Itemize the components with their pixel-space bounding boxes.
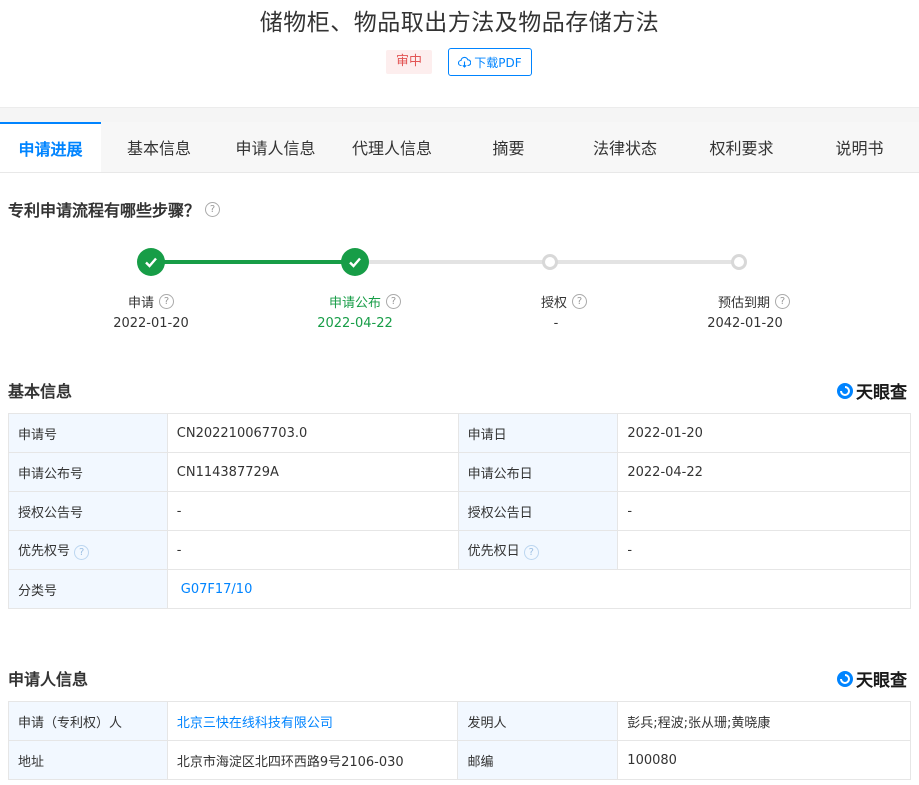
process-question: 专利申请流程有哪些步骤？ ? [8,197,221,221]
tab-applicant-info[interactable]: 申请人信息 [217,122,334,172]
field-label: 分类号 [8,569,168,609]
step-label: 申请公布? [295,292,435,311]
field-label: 优先权日 [467,544,520,559]
tab-label: 申请进展 [18,140,83,159]
field-label: 邮编 [457,740,619,780]
tab-label: 代理人信息 [351,139,432,158]
field-label: 申请公布日 [457,452,619,492]
step-check-icon [137,248,165,276]
tab-abstract[interactable]: 摘要 [450,122,567,172]
tab-label: 法律状态 [592,139,657,158]
process-timeline: 申请? 申请公布? 授权? 预估到期? 2022-01-20 2022-04-2… [0,240,919,340]
step-label-text: 申请 [127,296,154,311]
step-date: 2042-01-20 [707,316,783,331]
divider-band [0,107,919,123]
applicant-link[interactable]: 北京三快在线科技有限公司 [177,716,333,731]
tab-label: 说明书 [835,139,884,158]
tab-bar: 申请进展 基本信息 申请人信息 代理人信息 摘要 法律状态 权利要求 说明书 [0,122,919,173]
step-label: 申请? [81,292,221,311]
tab-label: 基本信息 [126,139,191,158]
step-label-text: 预估到期 [717,296,770,311]
classification-link[interactable]: G07F17/10 [181,582,253,597]
applicant-info-title: 申请人信息 [8,670,89,689]
table-row: 申请（专利权）人 北京三快在线科技有限公司 发明人 彭兵;程波;张从珊;黄晓康 [8,701,911,741]
tab-legal-status[interactable]: 法律状态 [567,122,683,172]
tab-label: 摘要 [492,139,525,158]
field-value: 北京市海淀区北四环西路9号2106-030 [166,740,459,780]
tab-claims[interactable]: 权利要求 [683,122,800,172]
tab-progress[interactable]: 申请进展 [0,122,101,172]
field-value: CN202210067703.0 [166,413,459,453]
step-label: 预估到期? [684,292,824,311]
step-pending-dot [731,254,747,270]
field-label: 授权公告号 [8,491,168,531]
step-date: 2022-04-22 [317,316,393,331]
table-row: 分类号 G07F17/10 [8,569,912,609]
field-label: 申请公布号 [8,452,168,492]
tab-agent-info[interactable]: 代理人信息 [334,122,450,172]
status-badge: 审中 [386,50,432,74]
basic-info-title: 基本信息 [8,382,73,401]
step-check-icon [341,248,369,276]
step-date: - [553,316,559,331]
field-label: 发明人 [457,701,619,741]
field-label: 地址 [8,740,168,780]
help-icon[interactable]: ? [572,294,587,309]
process-question-text: 专利申请流程有哪些步骤？ [8,201,201,220]
field-value: 2022-04-22 [617,452,911,492]
step-label-text: 授权 [540,296,567,311]
field-label-with-help: 优先权日 ? [457,530,619,570]
table-row: 申请公布号 CN114387729A 申请公布日 2022-04-22 [8,452,911,492]
table-row: 申请号 CN202210067703.0 申请日 2022-01-20 [8,413,911,453]
help-icon[interactable]: ? [159,294,174,309]
logo-text: 天眼查 [856,383,907,403]
field-label: 授权公告日 [457,491,619,531]
field-label: 优先权号 [18,544,71,559]
logo-text: 天眼查 [856,671,907,691]
help-icon[interactable]: ? [775,294,790,309]
field-value: 彭兵;程波;张从珊;黄晓康 [617,701,911,741]
tab-label: 权利要求 [709,139,774,158]
field-value: 2022-01-20 [617,413,911,453]
step-label: 授权? [494,292,634,311]
applicant-info-table: 申请（专利权）人 北京三快在线科技有限公司 发明人 彭兵;程波;张从珊;黄晓康 … [8,701,911,780]
cloud-download-icon [458,56,472,68]
field-value: 北京三快在线科技有限公司 [166,701,459,741]
help-icon[interactable]: ? [74,545,90,560]
tianyancha-logo-icon [837,670,853,687]
help-icon[interactable]: ? [523,545,539,560]
tianyancha-logo: 天眼查 [836,378,907,403]
table-row: 地址 北京市海淀区北四环西路9号2106-030 邮编 100080 [8,740,911,780]
field-value: 100080 [617,740,911,780]
field-label: 申请（专利权）人 [8,701,168,741]
tab-description[interactable]: 说明书 [800,122,919,172]
table-row: 优先权号 ? - 优先权日 ? - [8,530,911,570]
tab-basic-info[interactable]: 基本信息 [101,122,217,172]
field-label-with-help: 优先权号 ? [8,530,168,570]
help-icon[interactable]: ? [205,201,221,217]
step-label-text: 申请公布 [328,296,381,311]
field-label: 申请日 [457,413,619,453]
tab-label: 申请人信息 [235,139,316,158]
page-title: 储物柜、物品取出方法及物品存储方法 [259,10,660,36]
field-value: - [617,530,911,570]
step-pending-dot [542,254,558,270]
field-value: G07F17/10 [166,569,912,609]
basic-info-table: 申请号 CN202210067703.0 申请日 2022-01-20 申请公布… [8,413,912,609]
field-value: CN114387729A [166,452,459,492]
help-icon[interactable]: ? [386,294,401,309]
table-row: 授权公告号 - 授权公告日 - [8,491,911,531]
download-pdf-button[interactable]: 下载PDF [448,48,532,76]
tianyancha-logo: 天眼查 [836,666,907,691]
tianyancha-logo-icon [837,382,853,399]
step-date: 2022-01-20 [113,316,189,331]
download-pdf-label: 下载PDF [474,55,522,70]
field-value: - [166,491,459,531]
timeline-done-line [151,260,355,264]
field-value: - [617,491,911,531]
field-value: - [166,530,459,570]
field-label: 申请号 [8,413,168,453]
